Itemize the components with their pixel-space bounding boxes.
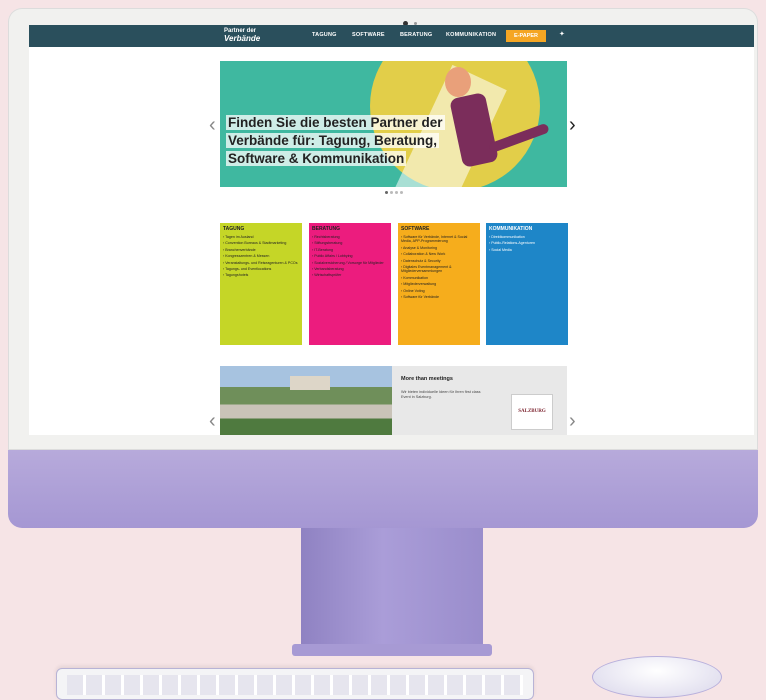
twitter-icon[interactable]: ✦ — [559, 30, 565, 38]
category-link[interactable]: Public Affairs / Lobbying — [312, 254, 388, 258]
category-list: Rechtsberatung Stiftungsberatung IT-Beratu… — [312, 235, 388, 278]
category-tagung: TAGUNG Tagen im Ausland Convention Bureaus… — [220, 223, 302, 345]
browser-screen: Partner der Verbände TAGUNG SOFTWARE BER… — [29, 25, 754, 435]
category-link[interactable]: Branchenverbände — [223, 248, 299, 252]
monitor-chin — [8, 450, 758, 528]
monitor-stand — [301, 528, 483, 650]
nav-kommunikation[interactable]: KOMMUNIKATION — [446, 32, 496, 38]
site-logo[interactable]: Partner der Verbände — [224, 28, 286, 44]
pagination-dot[interactable] — [400, 191, 403, 194]
hero-figure-head — [445, 67, 471, 97]
category-link[interactable]: Kongresszentren & Messen — [223, 254, 299, 258]
nav-tagung[interactable]: TAGUNG — [312, 32, 337, 38]
promo-banner[interactable]: More than meetings Wir bieten individuel… — [220, 366, 567, 435]
hero-next-icon[interactable]: › — [569, 115, 576, 135]
pagination-dot[interactable] — [390, 191, 393, 194]
keyboard — [56, 668, 534, 700]
category-title[interactable]: SOFTWARE — [401, 226, 477, 232]
promo-next-icon[interactable]: › — [569, 411, 576, 431]
category-link[interactable]: Software für Verbände — [401, 295, 477, 299]
category-link[interactable]: Collaboration & New Work — [401, 252, 477, 256]
promo-title: More than meetings — [401, 376, 453, 382]
category-link[interactable]: Online Voting — [401, 289, 477, 293]
category-link[interactable]: Mitgliederverwaltung — [401, 282, 477, 286]
fortress-shape — [290, 376, 330, 390]
hero-title: Finden Sie die besten Partner der Verbän… — [226, 114, 486, 168]
hero-title-line2: Verbände für: Tagung, Beratung, — [226, 133, 440, 148]
promo-text: Wir bieten individuelle Ideen für Ihren … — [401, 390, 481, 399]
category-link[interactable]: Public-Relations-Agenturen — [489, 241, 565, 245]
hero-title-line1: Finden Sie die besten Partner der — [226, 115, 445, 130]
category-link[interactable]: Direktkommunikation — [489, 235, 565, 239]
nav-beratung[interactable]: BERATUNG — [400, 32, 432, 38]
pagination-dot[interactable] — [395, 191, 398, 194]
category-link[interactable]: Stiftungsberatung — [312, 241, 388, 245]
promo-prev-icon[interactable]: ‹ — [209, 411, 216, 431]
salzburg-logo: SALZBURG — [511, 394, 553, 430]
category-link[interactable]: Convention Bureaus & Stadtmarketing — [223, 241, 299, 245]
category-link[interactable]: Tagungshotels — [223, 273, 299, 277]
category-link[interactable]: Veranstaltungs- und Reiseagenturen & PCO… — [223, 261, 299, 265]
category-link[interactable]: Kommunikation — [401, 276, 477, 280]
monitor-stand-foot — [292, 644, 492, 656]
mouse — [592, 656, 722, 698]
site-navbar: Partner der Verbände TAGUNG SOFTWARE BER… — [29, 25, 754, 47]
category-title[interactable]: BERATUNG — [312, 226, 388, 232]
category-link[interactable]: Analyse & Monitoring — [401, 246, 477, 250]
category-software: SOFTWARE Software für Verbände, Internet … — [398, 223, 480, 345]
category-beratung: BERATUNG Rechtsberatung Stiftungsberatung I… — [309, 223, 391, 345]
category-kommunikation: KOMMUNIKATION Direktkommunikation Public-R… — [486, 223, 568, 345]
category-title[interactable]: TAGUNG — [223, 226, 299, 232]
category-link[interactable]: Software für Verbände, Internet & Social… — [401, 235, 477, 244]
logo-line2: Verbände — [224, 34, 261, 43]
category-link[interactable]: Datenschutz & Security — [401, 259, 477, 263]
hero-banner[interactable]: Finden Sie die besten Partner der Verbän… — [220, 61, 567, 187]
category-link[interactable]: Verbandsberatung — [312, 267, 388, 271]
category-link[interactable]: Wirtschaftsprüfer — [312, 273, 388, 277]
category-list: Tagen im Ausland Convention Bureaus & Sta… — [223, 235, 299, 278]
category-link[interactable]: Sozialversicherung / Vorsorge für Mitgli… — [312, 261, 388, 265]
category-link[interactable]: Social Media — [489, 248, 565, 252]
hero-title-line3: Software & Kommunikation — [226, 151, 407, 166]
category-list: Direktkommunikation Public-Relations-Agen… — [489, 235, 565, 252]
category-link[interactable]: IT-Beratung — [312, 248, 388, 252]
salzburg-photo — [220, 366, 392, 435]
category-title[interactable]: KOMMUNIKATION — [489, 226, 565, 232]
nav-epaper-button[interactable]: E-PAPER — [506, 30, 546, 42]
category-link[interactable]: Digitales Eventmanagement & Mitgliederve… — [401, 265, 477, 274]
hero-prev-icon[interactable]: ‹ — [209, 115, 216, 135]
category-link[interactable]: Rechtsberatung — [312, 235, 388, 239]
category-link[interactable]: Tagen im Ausland — [223, 235, 299, 239]
nav-software[interactable]: SOFTWARE — [352, 32, 385, 38]
pagination-dot[interactable] — [385, 191, 388, 194]
category-link[interactable]: Tagungs- und Eventlocations — [223, 267, 299, 271]
category-list: Software für Verbände, Internet & Social… — [401, 235, 477, 299]
hero-pagination — [385, 191, 403, 194]
